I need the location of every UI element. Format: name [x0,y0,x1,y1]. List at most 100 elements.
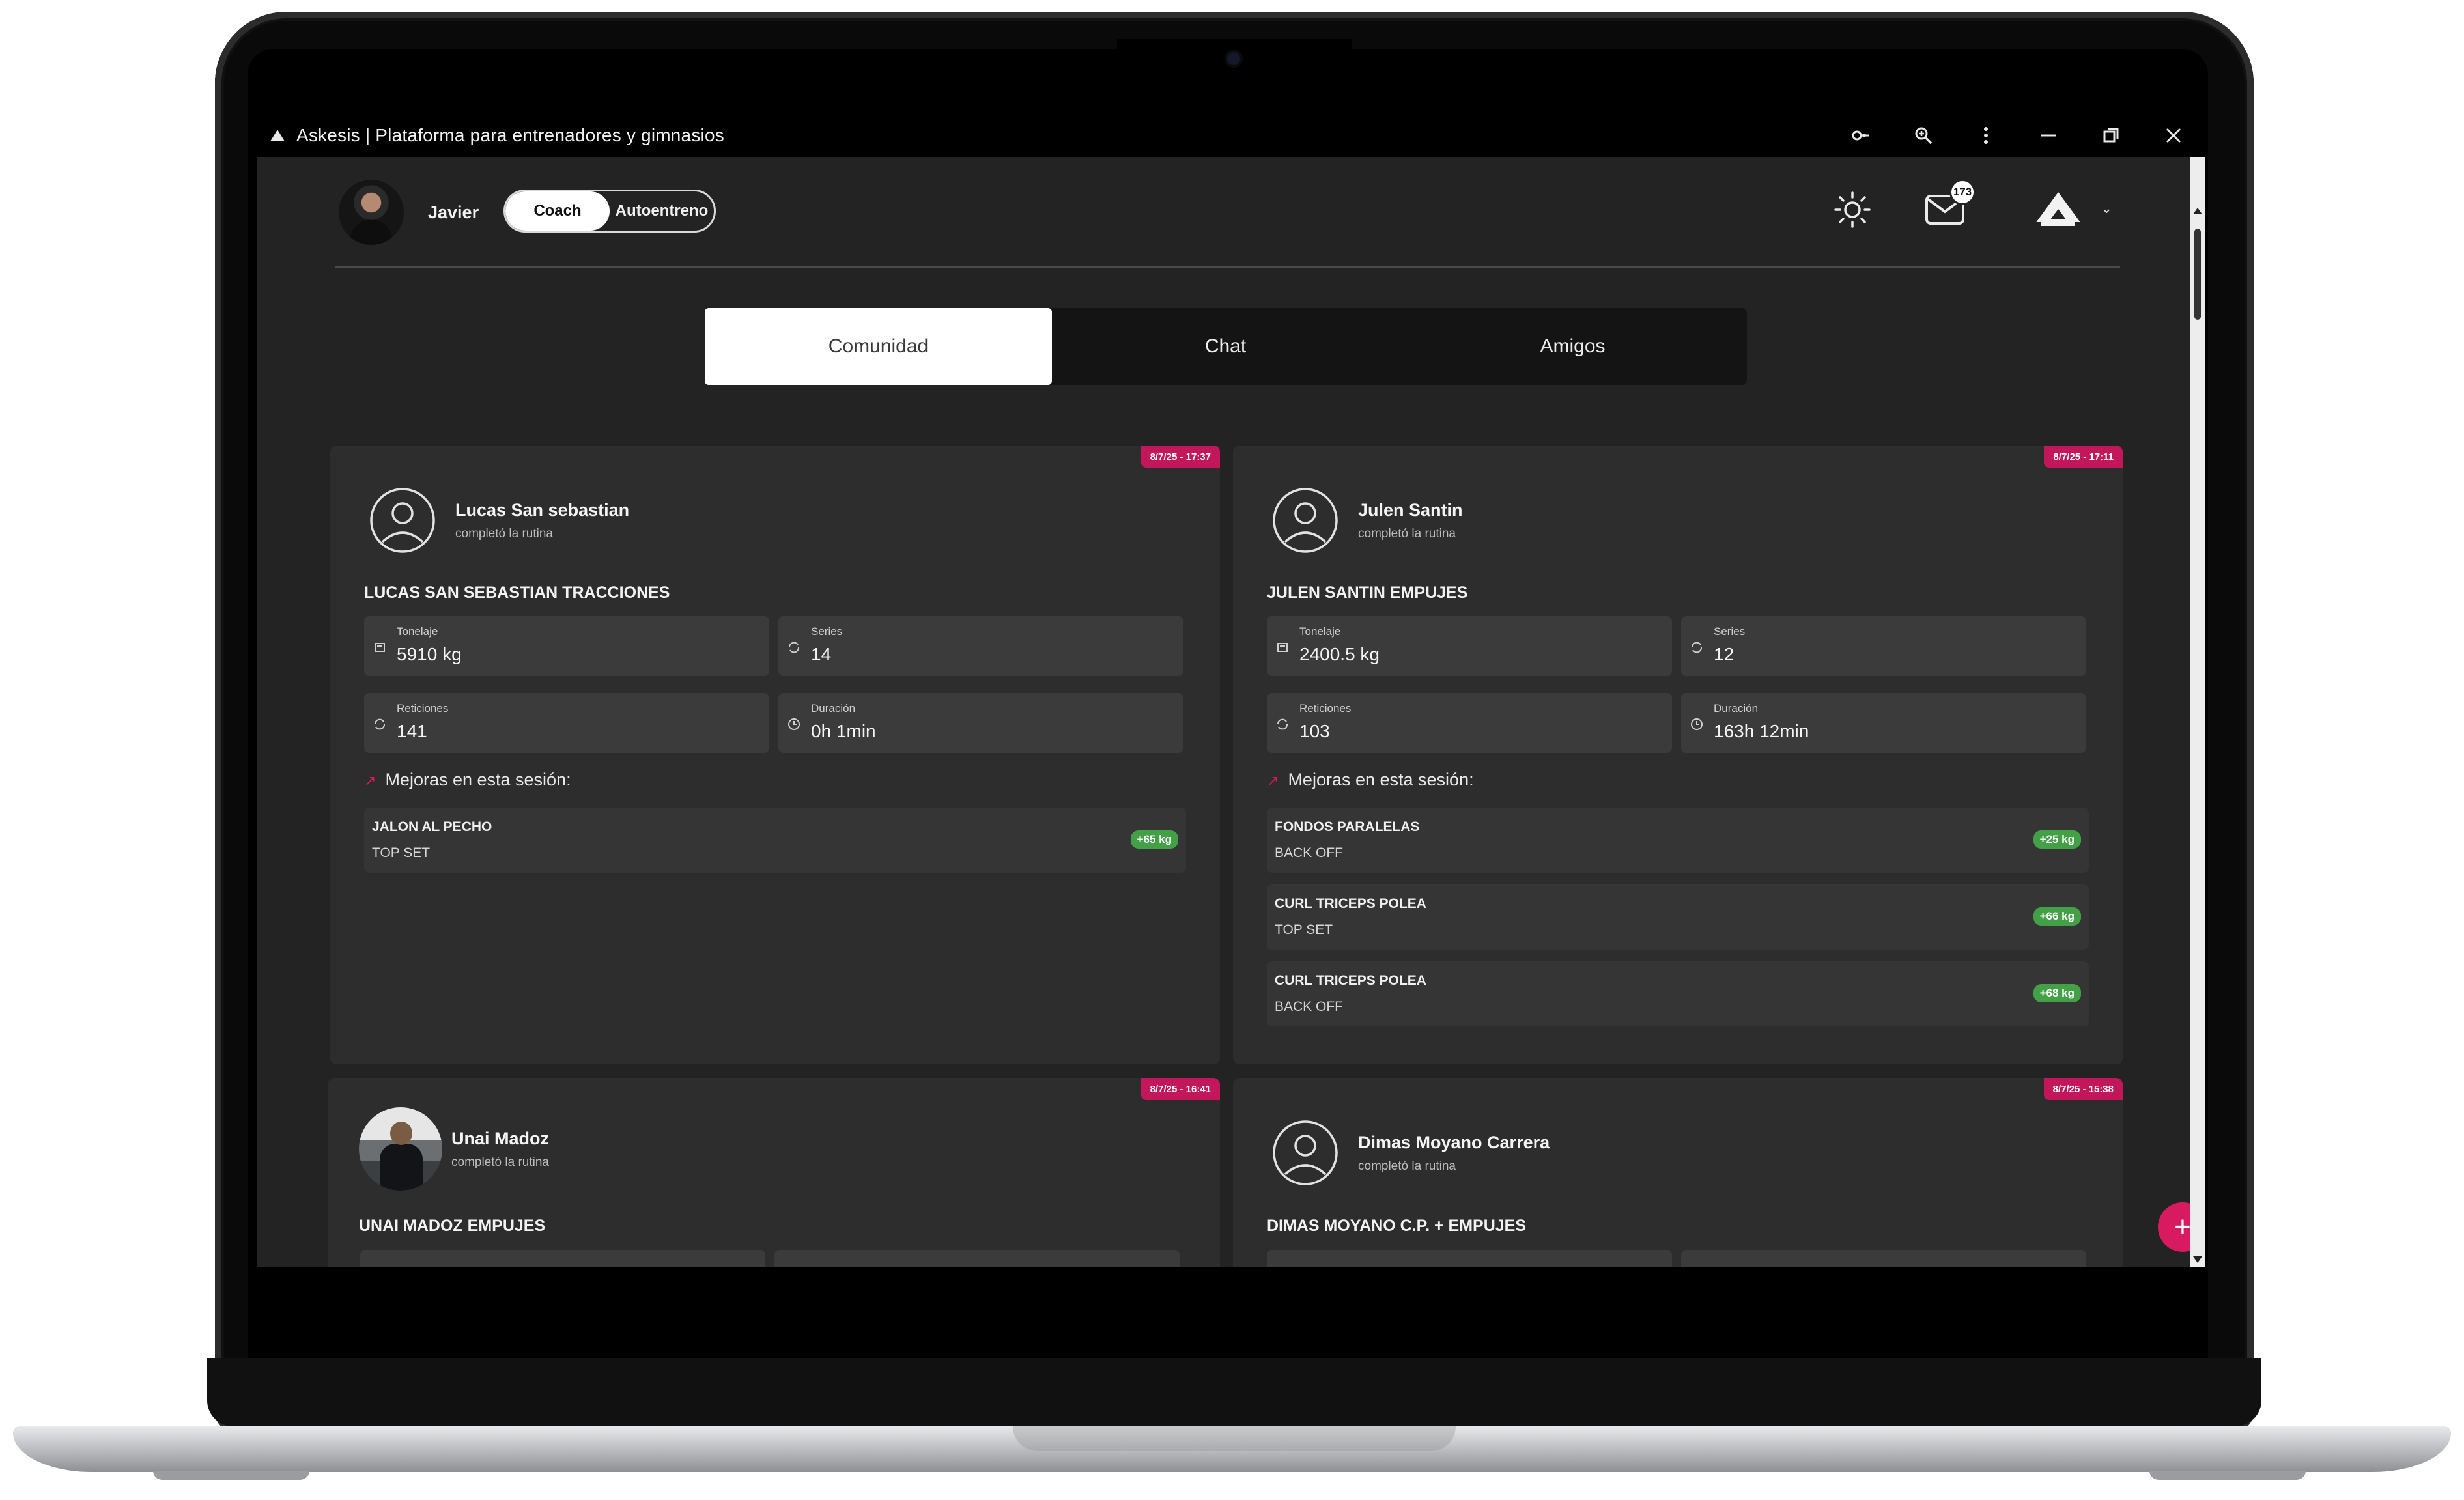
stat-label: Duración [1714,702,1759,715]
repeat-icon [1692,642,1702,653]
repeat-icon [789,642,799,653]
timestamp-badge: 8/7/25 - 17:37 [1140,446,1220,468]
chevron-down-icon[interactable]: ⌄ [2101,200,2112,217]
stat-value: 12 [1714,644,1735,664]
stat-label: Reticiones [397,702,449,715]
theme-sun-icon[interactable] [1834,191,1871,229]
laptop-chin [207,1358,2261,1426]
feed-card[interactable]: 8/7/25 - 17:11 Julen Santin completó la … [1233,446,2123,1064]
restore-icon[interactable] [2080,114,2142,157]
laptop-opening-notch [1013,1426,1456,1451]
stat-series: Series 12 [1681,616,2086,676]
header-divider [335,266,2120,268]
stat-duracion: Duración 163h 12min [1681,693,2086,753]
improvements-heading: ↗ Mejoras en esta sesión: [1267,770,1474,790]
routine-title: DIMAS MOYANO C.P. + EMPUJES [1267,1217,1527,1235]
minimize-icon[interactable] [2017,114,2080,157]
improvements-heading: ↗ Mejoras en esta sesión: [364,770,571,790]
routine-title: JULEN SANTIN EMPUJES [1267,584,1468,602]
gain-badge: +25 kg [2033,830,2081,849]
weight-icon [1277,643,1288,652]
tab-comunidad[interactable]: Comunidad [705,308,1052,385]
user-avatar[interactable] [339,180,404,245]
user-name: Javier [428,203,479,222]
more-icon[interactable] [1955,114,2017,157]
improvement-row[interactable]: JALON AL PECHO TOP SET +65 kg [364,808,1186,873]
set-type: TOP SET [1275,922,1333,937]
stat-value: 0h 1min [811,721,876,741]
window-title: Askesis | Plataforma para entrenadores y… [296,125,724,145]
tab-chat[interactable]: Chat [1052,308,1399,385]
stat-tonelaje: Tonelaje 2400.5 kg [1267,616,1672,676]
stat-value: 163h 12min [1714,721,1809,741]
brand-logo-icon[interactable] [2032,190,2084,229]
scroll-thumb[interactable] [2194,229,2201,320]
improvement-row[interactable]: CURL TRICEPS POLEA TOP SET +66 kg [1267,884,2089,950]
stat-value: 141 [397,721,427,741]
improvements-title: Mejoras en esta sesión: [1288,770,1474,789]
feed-action-text: completó la rutina [1358,1159,1456,1173]
gain-badge: +68 kg [2033,984,2081,1002]
trend-up-icon: ↗ [1267,772,1279,789]
stat-tonelaje: Tonelaje 5910 kg [364,616,769,676]
mode-autoentreno-option[interactable]: Autoentreno [610,191,714,231]
feed-user-name[interactable]: Unai Madoz [451,1129,549,1149]
feed-action-text: completó la rutina [455,526,553,541]
stat-label: Tonelaje [397,625,438,638]
feed-action-text: completó la rutina [1358,526,1456,541]
scroll-down-icon[interactable] [2193,1256,2202,1263]
stat-duracion: Duración 0h 1min [778,693,1183,753]
mode-coach-option[interactable]: Coach [505,191,610,231]
exercise-name: FONDOS PARALELAS [1275,819,1420,834]
set-type: TOP SET [372,845,431,860]
key-icon[interactable] [1830,114,1892,157]
scrollbar[interactable] [2190,157,2205,1267]
exercise-name: JALON AL PECHO [372,819,492,834]
feed-user-name[interactable]: Julen Santin [1358,500,1463,520]
laptop-foot [153,1471,309,1480]
stat-repeticiones: Reticiones 141 [364,693,769,753]
repeat-icon [375,718,385,730]
zoom-icon[interactable] [1892,114,1955,157]
improvement-row[interactable]: FONDOS PARALELAS BACK OFF +25 kg [1267,808,2089,873]
stat-value: 2400.5 kg [1299,644,1380,664]
routine-title: UNAI MADOZ EMPUJES [359,1217,546,1235]
section-tabs: Comunidad Chat Amigos [705,308,1747,385]
feed-action-text: completó la rutina [451,1155,549,1169]
clock-icon [1691,718,1703,730]
stat-series [774,1250,1180,1267]
stat-repeticiones: Reticiones 103 [1267,693,1672,753]
stat-value: 103 [1299,721,1330,741]
stat-label: Tonelaje [1299,625,1341,638]
stat-series: Series 14 [778,616,1183,676]
stat-value: 5910 kg [397,644,462,664]
mode-toggle[interactable]: Coach Autoentreno [503,190,716,233]
user-avatar[interactable] [359,1107,442,1191]
stat-tonelaje [360,1250,765,1267]
feed-user-name[interactable]: Dimas Moyano Carrera [1358,1133,1550,1153]
feed-card[interactable]: 8/7/25 - 17:37 Lucas San sebastian compl… [330,446,1220,1064]
camera-icon [1227,52,1240,65]
gain-badge: +65 kg [1130,830,1178,849]
exercise-name: CURL TRICEPS POLEA [1275,896,1426,911]
mail-count-badge: 173 [1949,179,1975,205]
stat-series [1681,1250,2086,1267]
screen: Askesis | Plataforma para entrenadores y… [257,114,2205,1267]
clock-icon [788,718,800,730]
feed-card[interactable]: 8/7/25 - 16:41 Unai Madoz completó la ru… [328,1078,1220,1267]
feed-user-name[interactable]: Lucas San sebastian [455,500,629,520]
stat-tonelaje [1267,1250,1672,1267]
scroll-up-icon[interactable] [2193,208,2202,214]
timestamp-badge: 8/7/25 - 17:11 [2044,446,2123,468]
gain-badge: +66 kg [2033,907,2081,926]
stat-value: 14 [811,644,832,664]
tab-amigos[interactable]: Amigos [1399,308,1746,385]
close-icon[interactable] [2142,114,2205,157]
stat-label: Series [811,625,843,638]
timestamp-badge: 8/7/25 - 15:38 [2043,1078,2123,1100]
repeat-icon [1277,718,1288,730]
improvement-row[interactable]: CURL TRICEPS POLEA BACK OFF +68 kg [1267,961,2089,1026]
feed-card[interactable]: 8/7/25 - 15:38 Dimas Moyano Carrera comp… [1233,1078,2123,1267]
camera-notch [1117,39,1352,94]
user-placeholder-icon [1273,488,1338,553]
